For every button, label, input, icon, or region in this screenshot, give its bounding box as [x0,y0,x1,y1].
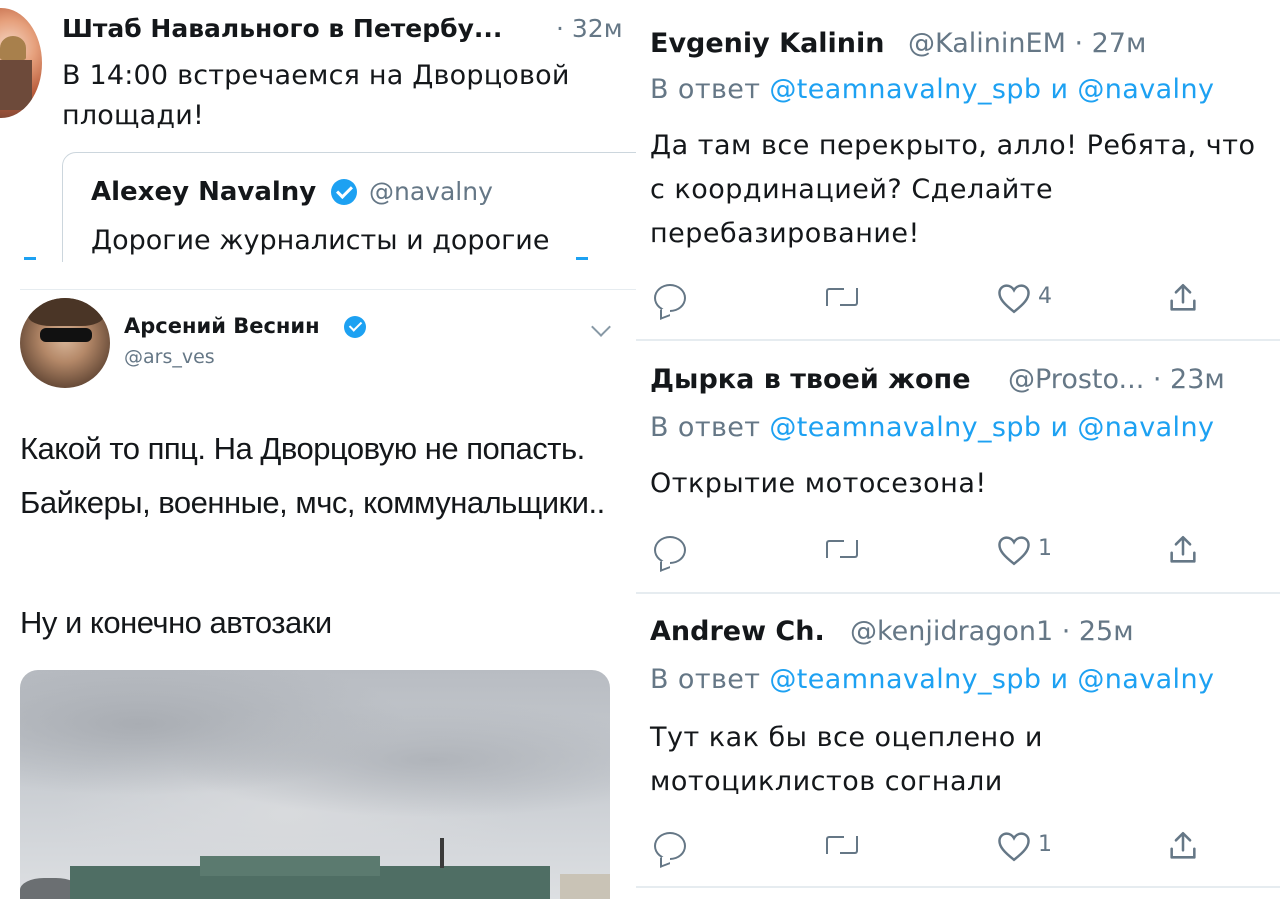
like-count: 1 [1038,536,1052,561]
reply-author-name[interactable]: Дырка в твоей жопе [650,364,971,395]
quoted-author-name: Alexey Navalny [91,177,317,207]
team-navalny-tweet-panel: Штаб Навального в Петербу... · 32м В 14:… [0,0,636,262]
reply-icon[interactable] [654,536,686,564]
retweet-icon[interactable] [822,832,862,858]
reply-to-link[interactable]: @teamnavalny_spb [769,74,1041,105]
divider [636,592,1280,594]
tweet-time[interactable]: · 32м [556,14,623,43]
account-avatar[interactable] [0,8,42,118]
quoted-tweet-text: Дорогие журналисты и дорогие [91,225,550,256]
reply-text: Открытие мотосезона! [650,468,987,499]
reply-and: и [1050,74,1069,105]
reply-to-line: В ответ @teamnavalny_spb и @navalny [650,664,1214,695]
divider [636,339,1280,341]
quoted-author-handle: @navalny [369,177,493,206]
quoted-tweet[interactable]: Alexey Navalny @navalny Дорогие журналис… [62,152,636,262]
author-handle[interactable]: @ars_ves [124,346,215,368]
retweet-icon[interactable] [822,284,862,310]
reply-prefix: В ответ [650,664,761,695]
reply-to-link[interactable]: @teamnavalny_spb [769,412,1041,443]
like-count: 1 [1038,832,1052,857]
verified-badge-icon [344,316,366,338]
account-name[interactable]: Штаб Навального в Петербу... [62,14,502,43]
reply-to-link[interactable]: @navalny [1077,74,1214,105]
reply-text: Да там все перекрыто, алло! Ребята, что … [650,130,1256,249]
heart-icon[interactable] [996,534,1032,566]
like-count: 4 [1038,284,1052,309]
tweet-text: В 14:00 встречаемся на Дворцовой площади… [62,60,570,131]
reply-icon[interactable] [654,284,686,312]
reply-handle-time[interactable]: @kenjidragon1 · 25м [850,616,1134,647]
tweet-text: Какой то ппц. На Дворцовую не попасть. Б… [20,431,605,520]
reply-icon[interactable] [654,832,686,860]
reply-prefix: В ответ [650,412,761,443]
reply-to-link[interactable]: @teamnavalny_spb [769,664,1041,695]
share-icon[interactable] [1166,532,1198,566]
share-icon[interactable] [1166,828,1198,862]
reply-to-line: В ответ @teamnavalny_spb и @navalny [650,412,1214,443]
reply-handle-time[interactable]: @KalininEM · 27м [908,28,1146,59]
reply-handle-time[interactable]: @Prosto... · 23м [1008,364,1225,395]
retweet-icon[interactable] [822,536,862,562]
reply-author-name[interactable]: Evgeniy Kalinin [650,28,885,59]
vesnin-tweet-panel: Арсений Веснин @ars_ves Какой то ппц. На… [0,290,636,899]
replies-panel: Evgeniy Kalinin @KalininEM · 27м В ответ… [636,0,1280,899]
panel-gap [0,262,636,290]
partial-icon [24,254,36,260]
reply-prefix: В ответ [650,74,761,105]
heart-icon[interactable] [996,830,1032,862]
reply-author-name[interactable]: Andrew Ch. [650,616,825,647]
tweet-photo[interactable] [20,670,610,899]
reply-to-line: В ответ @teamnavalny_spb и @navalny [650,74,1214,105]
heart-icon[interactable] [996,282,1032,314]
partial-icon [576,254,588,260]
reply-text: Тут как бы все оцеплено и мотоциклистов … [650,722,1043,797]
reply-to-link[interactable]: @navalny [1077,664,1214,695]
verified-badge-icon [331,179,357,205]
tweet-text-second: Ну и конечно автозаки [20,605,332,640]
reply-and: и [1050,664,1069,695]
avatar[interactable] [20,298,110,388]
divider [636,886,1280,888]
reply-to-link[interactable]: @navalny [1077,412,1214,443]
author-name[interactable]: Арсений Веснин [124,314,320,338]
share-icon[interactable] [1166,280,1198,314]
chevron-down-icon[interactable] [591,317,611,337]
reply-and: и [1050,412,1069,443]
